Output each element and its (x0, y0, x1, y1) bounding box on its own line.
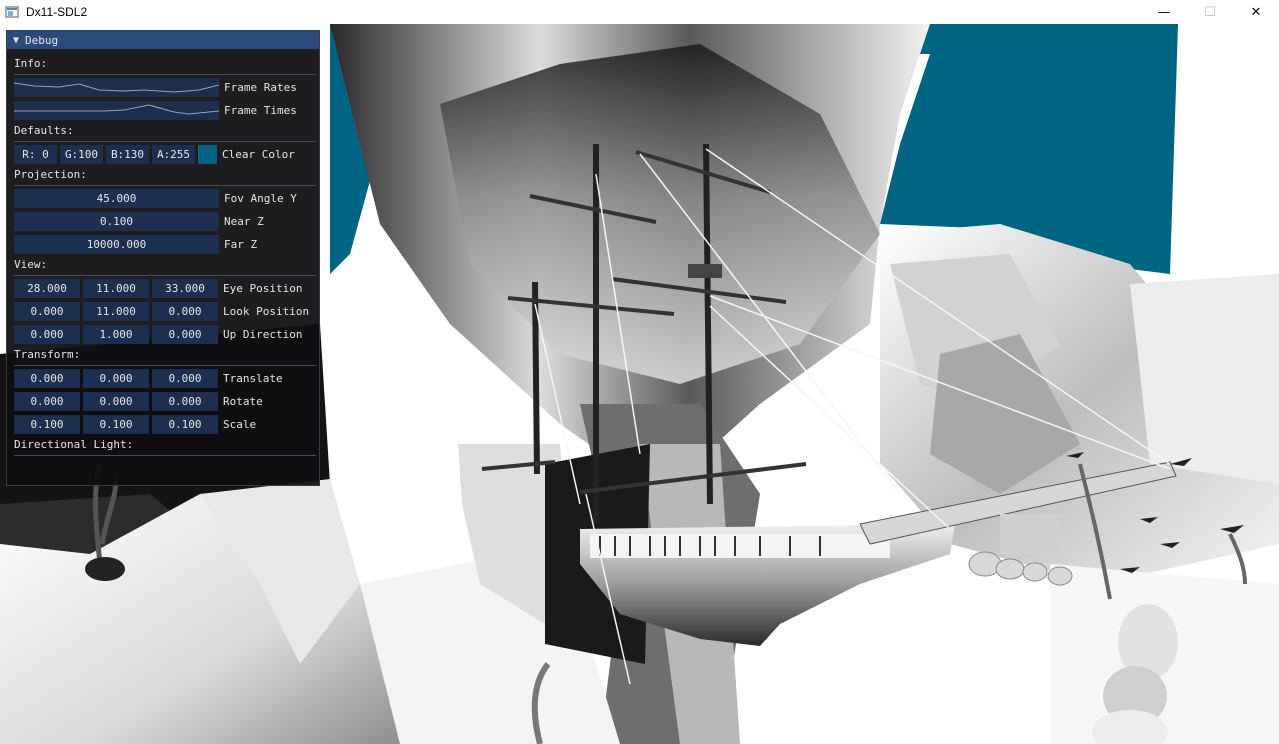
scale-x-field[interactable]: 0.100 (14, 415, 80, 434)
eye-position-label: Eye Position (223, 282, 303, 295)
app-icon (4, 4, 20, 20)
frame-rates-plot[interactable] (14, 78, 219, 97)
separator (14, 455, 316, 456)
clear-color-g-field[interactable]: G:100 (60, 145, 103, 164)
close-button[interactable]: ✕ (1233, 0, 1279, 24)
frame-times-label: Frame Times (224, 104, 297, 117)
minimize-button[interactable]: — (1141, 0, 1187, 24)
fov-row: 45.000 Fov Angle Y (14, 189, 297, 208)
clear-color-a-field[interactable]: A:255 (152, 145, 195, 164)
rotate-row: 0.000 0.000 0.000 Rotate (14, 392, 263, 411)
eye-y-field[interactable]: 11.000 (83, 279, 149, 298)
look-y-field[interactable]: 11.000 (83, 302, 149, 321)
far-z-row: 10000.000 Far Z (14, 235, 257, 254)
clear-color-row: R: 0 G:100 B:130 A:255 Clear Color (14, 145, 295, 164)
debug-panel-titlebar[interactable]: ▼ Debug (7, 31, 319, 49)
scale-y-field[interactable]: 0.100 (83, 415, 149, 434)
separator (14, 275, 316, 276)
scale-row: 0.100 0.100 0.100 Scale (14, 415, 256, 434)
projection-header: Projection: (14, 168, 87, 181)
fov-label: Fov Angle Y (224, 192, 297, 205)
debug-panel[interactable]: ▼ Debug Info: Frame Rates Frame Times De… (6, 30, 320, 486)
separator (14, 141, 316, 142)
clear-color-r-field[interactable]: R: 0 (14, 145, 57, 164)
window-title: Dx11-SDL2 (26, 5, 88, 19)
near-z-field[interactable]: 0.100 (14, 212, 219, 231)
rotate-z-field[interactable]: 0.000 (152, 392, 218, 411)
view-header: View: (14, 258, 48, 271)
translate-x-field[interactable]: 0.000 (14, 369, 80, 388)
rotate-y-field[interactable]: 0.000 (83, 392, 149, 411)
maximize-button[interactable]: ☐ (1187, 0, 1233, 24)
scale-label: Scale (223, 418, 257, 431)
triangle-down-icon[interactable]: ▼ (13, 35, 19, 46)
clear-color-label: Clear Color (222, 148, 295, 161)
far-z-field[interactable]: 10000.000 (14, 235, 219, 254)
look-position-label: Look Position (223, 305, 310, 318)
fov-field[interactable]: 45.000 (14, 189, 219, 208)
rotate-label: Rotate (223, 395, 263, 408)
translate-z-field[interactable]: 0.000 (152, 369, 218, 388)
separator (14, 74, 316, 75)
window-titlebar[interactable]: Dx11-SDL2 — ☐ ✕ (0, 0, 1279, 24)
up-direction-label: Up Direction (223, 328, 303, 341)
translate-y-field[interactable]: 0.000 (83, 369, 149, 388)
look-position-row: 0.000 11.000 0.000 Look Position (14, 302, 309, 321)
frame-rates-row: Frame Rates (14, 78, 297, 97)
transform-header: Transform: (14, 348, 81, 361)
up-y-field[interactable]: 1.000 (83, 325, 149, 344)
clear-color-b-field[interactable]: B:130 (106, 145, 149, 164)
look-z-field[interactable]: 0.000 (152, 302, 218, 321)
info-header: Info: (14, 57, 48, 70)
debug-panel-title: Debug (25, 33, 59, 47)
frame-times-row: Frame Times (14, 101, 297, 120)
far-z-label: Far Z (224, 238, 258, 251)
look-x-field[interactable]: 0.000 (14, 302, 80, 321)
near-z-label: Near Z (224, 215, 264, 228)
directional-light-header: Directional Light: (14, 438, 134, 451)
translate-row: 0.000 0.000 0.000 Translate (14, 369, 283, 388)
up-x-field[interactable]: 0.000 (14, 325, 80, 344)
frame-times-plot[interactable] (14, 101, 219, 120)
separator (14, 365, 316, 366)
rotate-x-field[interactable]: 0.000 (14, 392, 80, 411)
near-z-row: 0.100 Near Z (14, 212, 264, 231)
eye-position-row: 28.000 11.000 33.000 Eye Position (14, 279, 302, 298)
defaults-header: Defaults: (14, 124, 74, 137)
clear-color-swatch[interactable] (198, 145, 217, 164)
scale-z-field[interactable]: 0.100 (152, 415, 218, 434)
translate-label: Translate (223, 372, 283, 385)
eye-x-field[interactable]: 28.000 (14, 279, 80, 298)
separator (14, 185, 316, 186)
up-z-field[interactable]: 0.000 (152, 325, 218, 344)
frame-rates-label: Frame Rates (224, 81, 297, 94)
up-direction-row: 0.000 1.000 0.000 Up Direction (14, 325, 302, 344)
eye-z-field[interactable]: 33.000 (152, 279, 218, 298)
